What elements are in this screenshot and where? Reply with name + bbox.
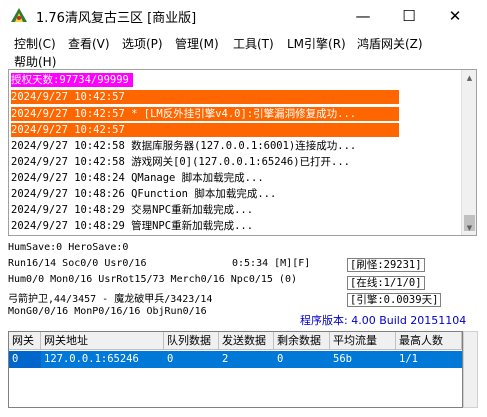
menu-control[interactable]: 控制(C) [14, 35, 56, 52]
minimize-icon: — [355, 6, 371, 25]
menu-tools[interactable]: 工具(T) [233, 35, 274, 52]
table-header: 网关 网关地址 队列数据 发送数据 剩余数据 平均流量 最高人数 [9, 332, 462, 350]
table-cell: 0 [9, 351, 41, 368]
table-cell: 1/1 [399, 353, 418, 365]
table-cell: 127.0.0.1:65246 [44, 353, 139, 365]
log-line-warn: 2024/9/27 10:42:57 [11, 123, 399, 137]
table-cell: 0 [277, 353, 284, 365]
menu-bar: 控制(C) 查看(V) 选项(P) 管理(M) 工具(T) LM引擎(R) 鸿盾… [0, 31, 487, 69]
log-line: 2024/9/27 10:48:26 QFunction 脚本加载完成... [11, 188, 277, 200]
table-scrollbar[interactable] [463, 331, 478, 408]
boss-status: 弓箭护卫,44/3457 - 魔龙破甲兵/3423/14 [8, 294, 213, 305]
engine-counter: [引擎:0.0039天] [347, 293, 442, 307]
menu-manage[interactable]: 管理(M) [175, 35, 219, 52]
save-status: HumSave:0 HeroSave:0 [8, 242, 129, 253]
column-header[interactable]: 平均流量 [330, 332, 396, 350]
column-header[interactable]: 队列数据 [164, 332, 219, 350]
program-version: 程序版本: 4.00 Build 20151104 [300, 314, 467, 327]
log-line: 2024/9/27 10:42:58 游戏网关[0](127.0.0.1:652… [11, 156, 351, 168]
log-line-warn: 2024/9/27 10:42:57 * [LM反外挂引擎v4.0]:引擎漏洞修… [11, 107, 399, 121]
menu-view[interactable]: 查看(V) [68, 35, 110, 52]
license-line: 授权天数:97734/99999 [11, 73, 133, 87]
gateway-table[interactable]: 网关 网关地址 队列数据 发送数据 剩余数据 平均流量 最高人数 0 127.0… [8, 331, 463, 408]
window-title: 1.76清风复古三区 [商业版] [36, 11, 197, 26]
table-cell: 2 [222, 353, 229, 365]
scroll-up-icon[interactable]: ▲ [462, 70, 476, 85]
column-header[interactable]: 剩余数据 [274, 332, 330, 350]
close-icon: ✕ [448, 6, 462, 25]
run-status: Run16/14 Soc0/0 Usr0/16 [8, 258, 147, 269]
table-cell: 0 [167, 353, 174, 365]
menu-help[interactable]: 帮助(H) [14, 53, 56, 70]
menu-options[interactable]: 选项(P) [122, 35, 163, 52]
uptime: 0:5:34 [M][F] [232, 258, 311, 269]
column-header[interactable]: 发送数据 [219, 332, 274, 350]
log-panel[interactable]: 授权天数:97734/99999 2024/9/27 10:42:57 2024… [8, 69, 477, 236]
column-header[interactable]: 网关 [9, 332, 41, 350]
log-line: 2024/9/27 10:48:29 管理NPC重新加载完成... [11, 220, 254, 232]
online-counter: [在线:1/1/0] [347, 276, 425, 290]
maximize-button[interactable]: ☐ [386, 0, 432, 31]
log-line: 2024/9/27 10:48:29 交易NPC重新加载完成... [11, 204, 254, 216]
log-line: 2024/9/27 10:42:58 数据库服务器(127.0.0.1:6001… [11, 140, 357, 152]
log-scrollbar[interactable]: ▲ ▼ [461, 70, 476, 235]
refresh-counter: [刷怪:29231] [347, 258, 425, 272]
hum-status: Hum0/0 Mon0/16 UsrRot15/73 Merch0/16 Npc… [8, 274, 297, 285]
column-header[interactable]: 最高人数 [396, 332, 462, 350]
scroll-down-icon[interactable]: ▼ [462, 220, 476, 235]
log-line: 2024/9/27 10:48:24 QManage 脚本加载完成... [11, 172, 264, 184]
maximize-icon: ☐ [402, 6, 416, 25]
menu-lm-engine[interactable]: LM引擎(R) [287, 35, 346, 52]
log-line-warn: 2024/9/27 10:42:57 [11, 90, 399, 104]
menu-gateway[interactable]: 鸿盾网关(Z) [357, 35, 423, 52]
table-cell: 56b [333, 353, 352, 365]
column-header[interactable]: 网关地址 [41, 332, 164, 350]
title-bar: 1.76清风复古三区 [商业版] — ☐ ✕ [0, 0, 487, 31]
mon-status: MonG0/0/16 MonP0/16/16 ObjRun0/16 [8, 306, 207, 317]
close-button[interactable]: ✕ [432, 0, 478, 31]
table-row[interactable]: 0 127.0.0.1:65246 0 2 0 56b 1/1 [9, 351, 462, 368]
minimize-button[interactable]: — [340, 0, 386, 31]
app-icon [11, 8, 27, 22]
